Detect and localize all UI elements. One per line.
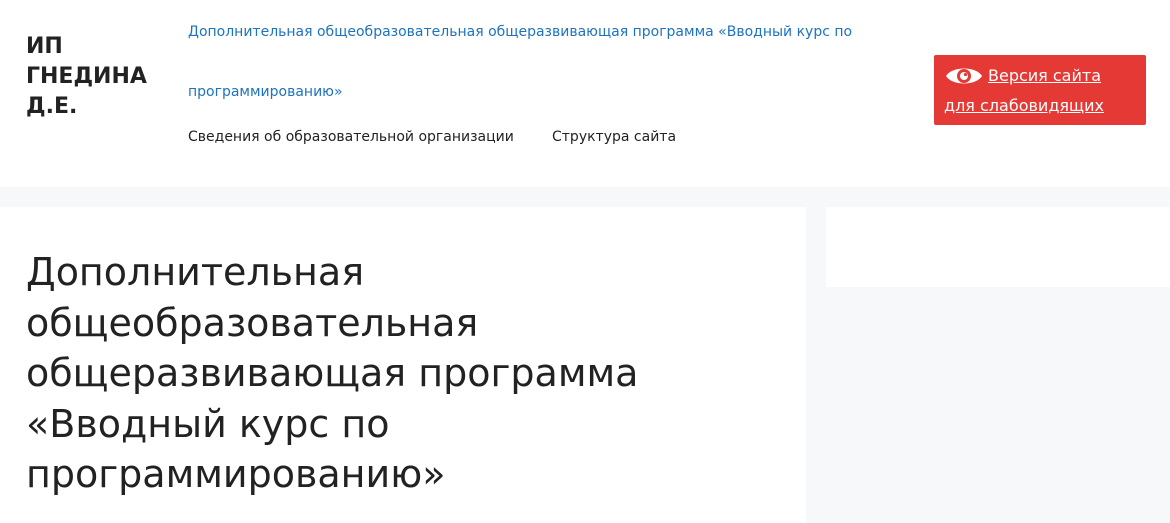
main-content: Дополнительная общеобразовательная общер… — [0, 207, 806, 523]
sidebar-widget — [826, 207, 1170, 287]
nav-item-site-structure[interactable]: Структура сайта — [552, 122, 676, 152]
site-header: ИП ГНЕДИНА Д.Е. Дополнительная общеобраз… — [0, 0, 1170, 187]
nav-link-program[interactable]: Дополнительная общеобразовательная общер… — [188, 2, 878, 122]
visually-impaired-version-button[interactable]: Версия сайта для слабовидящих — [934, 55, 1146, 125]
site-title[interactable]: ИП ГНЕДИНА Д.Е. — [26, 32, 166, 122]
eye-icon — [946, 68, 982, 84]
nav-item-organization-info[interactable]: Сведения об образовательной организации — [188, 122, 514, 152]
page-title: Дополнительная общеобразовательная общер… — [26, 250, 639, 496]
